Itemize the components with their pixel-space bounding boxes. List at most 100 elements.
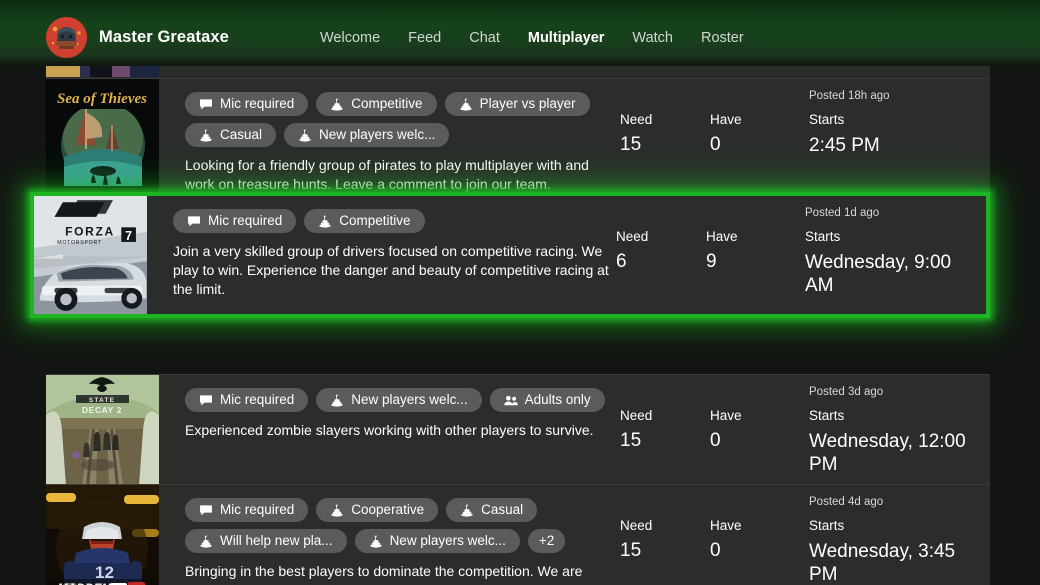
lfg-card-list[interactable]: Sea of Thieves Mic required Competitive Pl…: [0, 56, 1040, 585]
svg-text:STATE: STATE: [89, 397, 115, 404]
stat-starts: Starts Wednesday, 9:00 AM: [805, 230, 980, 297]
lfg-card[interactable]: Sea of Thieves Mic required Competitive Pl…: [46, 78, 990, 192]
tag-label: Player vs player: [479, 96, 576, 112]
stat-value-need: 15: [620, 133, 642, 155]
card-description: Looking for a friendly group of pirates …: [185, 157, 589, 192]
stat-label-have: Have: [710, 408, 742, 423]
joystick-icon: [459, 98, 473, 111]
multiplayer-lfg-page: Master Greataxe Welcome Feed Chat Multiplay…: [0, 0, 1040, 585]
card-body: Mic required New players welc... Adults on…: [159, 375, 990, 484]
svg-text:Sea of Thieves: Sea of Thieves: [57, 91, 147, 107]
tag-list: Mic required Competitive: [173, 209, 616, 233]
nav-item-feed[interactable]: Feed: [394, 31, 455, 46]
stat-label-have: Have: [710, 518, 742, 533]
card-stats: Posted 3d ago Need 15 Have 0 Starts Wednesday,…: [620, 375, 990, 484]
stat-label-starts: Starts: [809, 518, 845, 533]
tag-pill[interactable]: Competitive: [304, 209, 425, 233]
card-body: Mic required Competitive Join a very skill…: [147, 196, 986, 314]
stat-have: Have 0: [710, 519, 809, 585]
tag-pill[interactable]: +2: [527, 529, 566, 553]
stat-value-have: 0: [710, 429, 721, 451]
tag-label: Mic required: [220, 96, 295, 112]
stat-value-need: 15: [620, 429, 642, 451]
game-art-thumbnail[interactable]: STATE DECAY 2: [46, 375, 159, 484]
stat-value-need: 15: [620, 539, 642, 561]
joystick-icon: [318, 215, 332, 228]
mic-chat-icon: [199, 394, 213, 407]
posted-time: Posted 18h ago: [809, 90, 890, 102]
gamerpic-avatar-icon: [46, 17, 87, 58]
stat-starts: Starts Wednesday, 3:45 PM: [809, 519, 984, 585]
svg-text:7: 7: [125, 229, 132, 243]
stat-value-have: 0: [710, 133, 721, 155]
tag-pill[interactable]: Player vs player: [444, 92, 590, 116]
mic-chat-icon: [199, 504, 213, 517]
card-main: Mic required New players welc... Adults on…: [159, 375, 620, 484]
tag-label: Casual: [481, 502, 524, 518]
tag-label: Will help new pla...: [220, 533, 333, 549]
stat-value-starts: Wednesday, 3:45 PM: [809, 540, 956, 585]
lfg-card[interactable]: 12 MADDEN NFL 18 Mic required Cooperative…: [46, 484, 990, 585]
svg-text:MOTORSPORT: MOTORSPORT: [57, 240, 102, 246]
game-art-thumbnail[interactable]: 12 MADDEN NFL 18: [46, 485, 159, 585]
game-art-icon: STATE DECAY 2: [46, 375, 159, 484]
stat-label-need: Need: [616, 229, 649, 244]
tag-label: New players welc...: [319, 127, 436, 143]
svg-text:MADDEN: MADDEN: [58, 581, 111, 585]
game-art-thumbnail[interactable]: Sea of Thieves: [46, 79, 159, 192]
nav-item-chat[interactable]: Chat: [455, 31, 514, 46]
stat-value-have: 0: [710, 539, 721, 561]
stat-have: Have 0: [710, 409, 809, 476]
tag-label: Competitive: [351, 96, 423, 112]
nav-item-welcome[interactable]: Welcome: [320, 31, 394, 46]
game-art-thumbnail[interactable]: FORZA MOTORSPORT 7: [34, 196, 147, 314]
nav-item-multiplayer[interactable]: Multiplayer: [514, 31, 619, 46]
joystick-icon: [369, 535, 383, 548]
game-art-icon: 12 MADDEN NFL 18: [46, 485, 159, 585]
lfg-card[interactable]: FORZA MOTORSPORT 7 Mic required Competiti…: [30, 192, 990, 318]
posted-time: Posted 4d ago: [809, 496, 884, 508]
game-art-icon: Sea of Thieves: [46, 79, 159, 192]
nav-item-watch[interactable]: Watch: [618, 31, 687, 46]
tag-pill[interactable]: Casual: [446, 498, 538, 522]
card-body: Mic required Competitive Player vs player C…: [159, 79, 990, 192]
stat-label-need: Need: [620, 112, 653, 127]
mic-chat-icon: [199, 98, 213, 111]
card-main: Mic required Competitive Player vs player C…: [159, 79, 620, 192]
card-description: Join a very skilled group of drivers foc…: [173, 243, 609, 297]
tag-pill[interactable]: Mic required: [185, 498, 309, 522]
joystick-icon: [330, 504, 344, 517]
stat-value-need: 6: [616, 250, 627, 272]
posted-time: Posted 1d ago: [805, 207, 880, 219]
tag-label: Mic required: [220, 392, 295, 408]
svg-text:DECAY 2: DECAY 2: [82, 405, 122, 415]
tag-pill[interactable]: New players welc...: [354, 529, 520, 553]
card-main: Mic required Cooperative Casual Will help n…: [159, 485, 620, 585]
stat-label-have: Have: [710, 112, 742, 127]
tag-pill[interactable]: Competitive: [316, 92, 437, 116]
joystick-icon: [199, 535, 213, 548]
tag-pill[interactable]: Mic required: [185, 92, 309, 116]
card-body: Mic required Cooperative Casual Will help n…: [159, 485, 990, 585]
tag-pill[interactable]: Casual: [185, 123, 277, 147]
tag-label: Adults only: [524, 392, 591, 408]
nav-item-roster[interactable]: Roster: [687, 31, 758, 46]
tag-pill[interactable]: Will help new pla...: [185, 529, 347, 553]
joystick-icon: [330, 394, 344, 407]
tag-label: Mic required: [208, 213, 283, 229]
tag-pill[interactable]: Cooperative: [316, 498, 439, 522]
tag-pill[interactable]: New players welc...: [316, 388, 482, 412]
svg-text:FORZA: FORZA: [65, 225, 115, 239]
card-description: Experienced zombie slayers working with …: [185, 422, 594, 438]
avatar[interactable]: [46, 17, 87, 58]
main-nav: Welcome Feed Chat Multiplayer Watch Roster: [320, 31, 758, 46]
joystick-icon: [298, 129, 312, 142]
lfg-card[interactable]: STATE DECAY 2 Mic required New players we…: [46, 374, 990, 484]
tag-pill[interactable]: Mic required: [185, 388, 309, 412]
tag-pill[interactable]: Mic required: [173, 209, 297, 233]
joystick-icon: [330, 98, 344, 111]
tag-pill[interactable]: Adults only: [489, 388, 605, 412]
tag-pill[interactable]: New players welc...: [284, 123, 450, 147]
stat-starts: Starts 2:45 PM: [809, 113, 984, 157]
tag-label: Casual: [220, 127, 263, 143]
